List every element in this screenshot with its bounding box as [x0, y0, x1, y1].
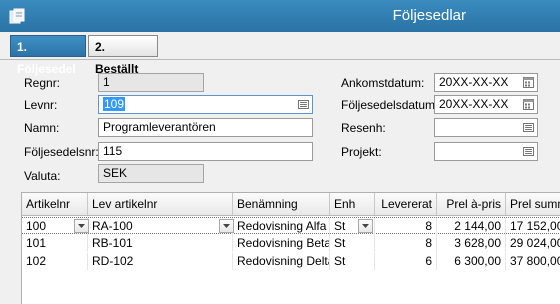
- regnr-value: 1: [103, 75, 110, 89]
- cell-levererat[interactable]: 8: [375, 218, 437, 235]
- cell-benamning[interactable]: Redovisning Beta: [233, 235, 330, 252]
- tab-bestallt[interactable]: 2. Beställt: [88, 35, 158, 76]
- namn-field[interactable]: Programleverantören: [98, 118, 313, 137]
- cell-enh[interactable]: St: [330, 235, 375, 252]
- regnr-field: 1: [98, 73, 204, 92]
- col-header-levererat[interactable]: Levererat: [375, 193, 437, 215]
- resenh-field[interactable]: [434, 118, 538, 137]
- calendar-icon: [523, 99, 534, 110]
- cell-benamning[interactable]: Redovisning Alfa: [233, 218, 330, 235]
- cell-artikelnr[interactable]: 102: [22, 253, 88, 270]
- chevron-down-icon: [78, 224, 85, 228]
- cell-prel-summa[interactable]: 29 024,00: [506, 235, 560, 252]
- projekt-field[interactable]: [434, 142, 538, 161]
- ankomstdatum-value: 20XX-XX-XX: [439, 75, 509, 89]
- valuta-value: SEK: [103, 166, 128, 180]
- artikelnr-dropdown-button[interactable]: [74, 219, 89, 233]
- foljesedelsnr-label: Följesedelsnr:: [24, 145, 99, 159]
- valuta-label: Valuta:: [24, 169, 61, 183]
- resenh-list-button[interactable]: [521, 120, 536, 135]
- col-header-lev-artikelnr[interactable]: Lev artikelnr: [88, 193, 233, 215]
- cell-lev-artikelnr[interactable]: RB-101: [88, 235, 233, 252]
- list-icon: [298, 100, 309, 109]
- article-grid[interactable]: Artikelnr Lev artikelnr Benämning Enh Le…: [21, 192, 560, 304]
- cell-prel-apris[interactable]: 2 144,00: [437, 218, 506, 235]
- levnr-field[interactable]: 109: [98, 95, 313, 114]
- cell-levererat[interactable]: 6: [375, 253, 437, 270]
- table-row[interactable]: 101 RB-101 Redovisning Beta St 8 3 628,0…: [22, 235, 560, 252]
- cell-prel-apris[interactable]: 3 628,00: [437, 235, 506, 252]
- projekt-label: Projekt:: [341, 145, 382, 159]
- namn-label: Namn:: [24, 121, 60, 135]
- enh-dropdown-button[interactable]: [358, 219, 373, 233]
- levnr-value: 109: [103, 97, 126, 111]
- foljesedelsdatum-calendar-button[interactable]: [521, 97, 536, 112]
- cell-prel-apris[interactable]: 6 300,00: [437, 253, 506, 270]
- tab-divider: [0, 59, 560, 60]
- levnr-list-button[interactable]: [296, 97, 311, 112]
- cell-prel-summa[interactable]: 37 800,00: [506, 253, 560, 270]
- chevron-down-icon: [223, 224, 230, 228]
- cell-artikelnr[interactable]: 101: [22, 235, 88, 252]
- list-icon: [523, 147, 534, 156]
- levnr-label: Levnr:: [24, 98, 58, 112]
- foljesedelsnr-field[interactable]: 115: [98, 142, 313, 161]
- foljesedelsdatum-label: Följesedelsdatum:: [341, 98, 439, 112]
- cell-enh[interactable]: St: [330, 253, 375, 270]
- grid-header: Artikelnr Lev artikelnr Benämning Enh Le…: [22, 193, 560, 216]
- col-header-prel-summa[interactable]: Prel summa: [506, 193, 560, 215]
- ankomstdatum-label: Ankomstdatum:: [341, 76, 425, 90]
- foljesedelsdatum-field[interactable]: 20XX-XX-XX: [434, 95, 538, 114]
- resenh-label: Resenh:: [341, 121, 386, 135]
- col-header-artikelnr[interactable]: Artikelnr: [22, 193, 88, 215]
- col-header-benamning[interactable]: Benämning: [233, 193, 330, 215]
- ankomstdatum-calendar-button[interactable]: [521, 75, 536, 90]
- valuta-field: SEK: [98, 164, 204, 183]
- table-row[interactable]: 100 RA-100 Redovisning Alfa St 8 2 144,0…: [22, 217, 560, 235]
- cell-levererat[interactable]: 8: [375, 235, 437, 252]
- cell-benamning[interactable]: Redovisning Delta: [233, 253, 330, 270]
- forms-icon: [9, 8, 25, 24]
- regnr-label: Regnr:: [24, 76, 61, 90]
- foljesedelsdatum-value: 20XX-XX-XX: [439, 97, 509, 111]
- col-header-prel-apris[interactable]: Prel à-pris: [437, 193, 506, 215]
- title-bar: Följesedlar: [0, 0, 560, 32]
- cell-prel-summa[interactable]: 17 152,00: [506, 218, 560, 235]
- lev-artikelnr-dropdown-button[interactable]: [219, 219, 234, 233]
- namn-value: Programleverantören: [103, 120, 216, 134]
- window-title: Följesedlar: [392, 7, 466, 24]
- tab-foljesedel[interactable]: 1. Följesedel: [10, 35, 86, 76]
- col-header-enh[interactable]: Enh: [330, 193, 375, 215]
- cell-lev-artikelnr[interactable]: RA-100: [88, 218, 233, 235]
- table-row[interactable]: 102 RD-102 Redovisning Delta St 6 6 300,…: [22, 253, 560, 270]
- projekt-list-button[interactable]: [521, 144, 536, 159]
- calendar-icon: [523, 77, 534, 88]
- list-icon: [523, 123, 534, 132]
- chevron-down-icon: [362, 224, 369, 228]
- foljesedelsnr-value: 115: [103, 144, 123, 158]
- cell-lev-artikelnr[interactable]: RD-102: [88, 253, 233, 270]
- ankomstdatum-field[interactable]: 20XX-XX-XX: [434, 73, 538, 92]
